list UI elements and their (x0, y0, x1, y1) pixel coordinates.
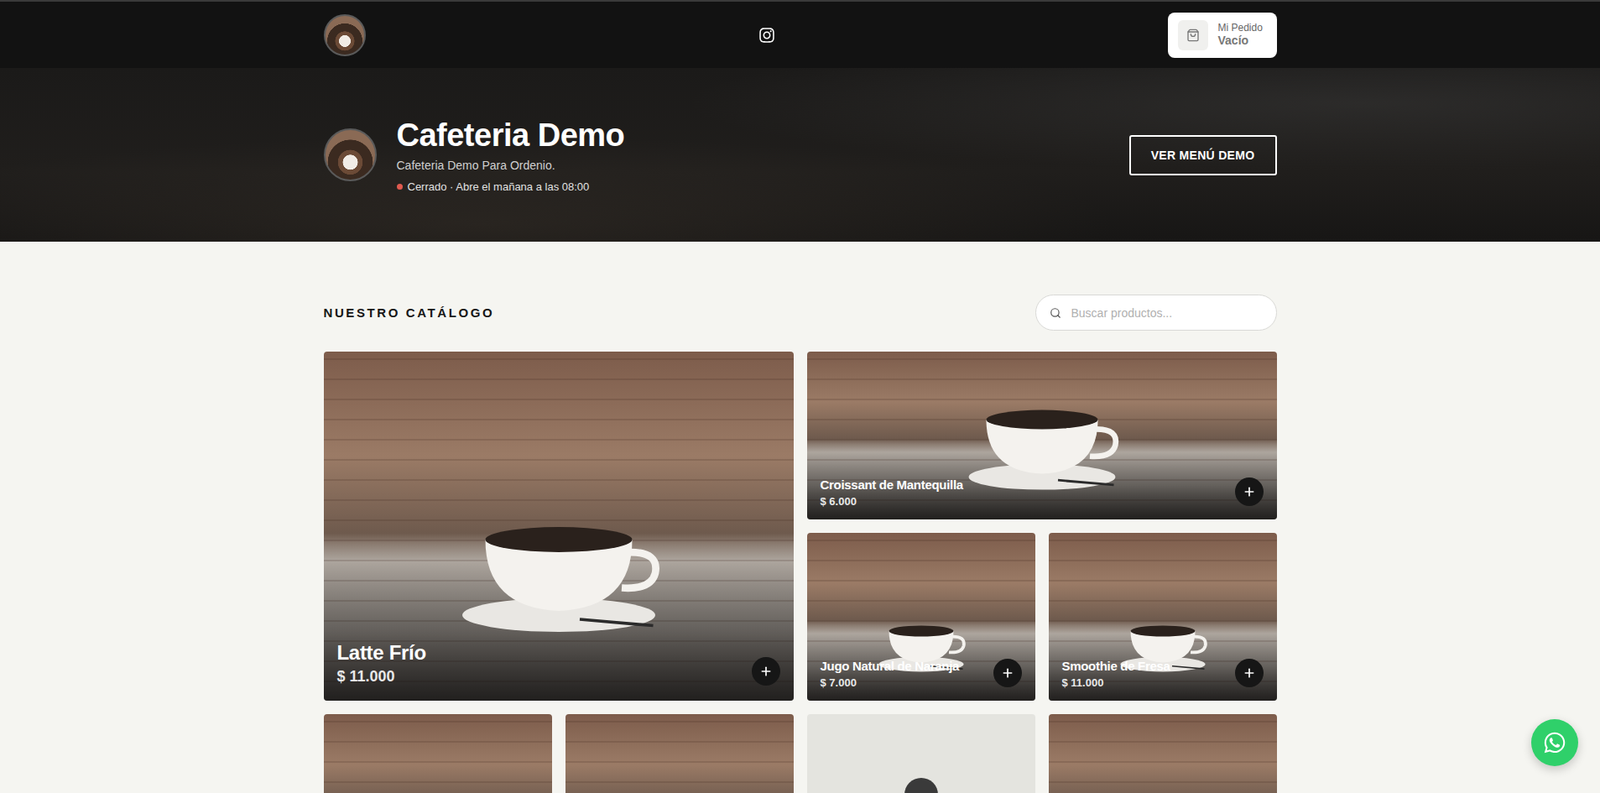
product-card[interactable]: Croissant de Mantequilla $ 6.000 (807, 351, 1277, 520)
product-overlay: Latte Frío $ 11.000 (323, 627, 794, 701)
search-icon (1049, 307, 1062, 319)
product-info: Croissant de Mantequilla $ 6.000 (820, 477, 964, 508)
product-photo (323, 714, 553, 793)
cart-icon-box (1177, 20, 1209, 51)
product-info: Jugo Natural de Naranja $ 7.000 (820, 658, 960, 689)
hero-inner: Cafeteria Demo Cafeteria Demo Para Ordeni… (323, 117, 1277, 193)
product-overlay: Jugo Natural de Naranja $ 7.000 (807, 648, 1036, 701)
instagram-icon (758, 26, 776, 44)
top-bar-inner: Mi PedidoVacío (323, 12, 1277, 58)
cart-text: Mi PedidoVacío (1218, 21, 1263, 48)
product-card[interactable]: Jugo Natural de Naranja $ 7.000 (807, 532, 1036, 701)
image-placeholder-icon (904, 777, 939, 793)
status-text: Cerrado · Abre el mañana a las 08:00 (407, 180, 590, 193)
product-card[interactable]: Latte Frío $ 11.000 (323, 351, 794, 701)
plus-icon (1000, 666, 1015, 680)
menu-button[interactable]: VER MENÚ DEMO (1129, 135, 1277, 176)
product-name: Jugo Natural de Naranja (820, 658, 960, 673)
cup-illustration (453, 518, 664, 635)
product-photo (565, 714, 794, 793)
product-name: Latte Frío (337, 641, 427, 665)
instagram-link[interactable] (758, 26, 776, 44)
product-card[interactable] (565, 714, 794, 793)
top-bar: Mi PedidoVacío (0, 0, 1600, 68)
product-card[interactable] (1048, 714, 1277, 793)
add-button[interactable] (1235, 477, 1264, 506)
cart-button[interactable]: Mi PedidoVacío (1167, 12, 1277, 58)
shopping-bag-icon (1186, 28, 1200, 42)
product-price: $ 11.000 (1062, 676, 1171, 689)
plus-icon (1242, 484, 1257, 499)
add-button[interactable] (993, 658, 1022, 688)
product-photo (1048, 714, 1277, 793)
store-status: Cerrado · Abre el mañana a las 08:00 (396, 180, 626, 193)
hero: Cafeteria Demo Cafeteria Demo Para Ordeni… (0, 67, 1600, 242)
product-price: $ 11.000 (337, 667, 427, 686)
plus-icon (759, 664, 773, 678)
whatsapp-icon (1542, 730, 1567, 755)
hero-info: Cafeteria Demo Cafeteria Demo Para Ordeni… (323, 117, 626, 193)
cart-status: Vacío (1218, 33, 1250, 48)
catalog: NUESTRO CATÁLOGO Latte Frío $ 11.000 Croiss… (323, 241, 1277, 793)
store-title: Cafeteria Demo (396, 117, 626, 154)
product-name: Croissant de Mantequilla (820, 477, 964, 492)
status-dot (396, 183, 403, 190)
product-card[interactable]: Smoothie de Fresa $ 11.000 (1048, 532, 1277, 701)
product-price: $ 7.000 (820, 676, 960, 689)
product-info: Smoothie de Fresa $ 11.000 (1062, 658, 1171, 689)
cart-label: Mi Pedido (1218, 21, 1263, 34)
logo[interactable] (323, 14, 366, 57)
whatsapp-button[interactable] (1531, 719, 1579, 767)
catalog-header: NUESTRO CATÁLOGO (323, 294, 1277, 331)
store-subtitle: Cafeteria Demo Para Ordenio. (396, 158, 626, 172)
product-price: $ 6.000 (820, 495, 964, 508)
hero-logo (323, 128, 377, 182)
product-placeholder (807, 714, 1036, 793)
add-button[interactable] (1235, 658, 1264, 688)
product-overlay: Croissant de Mantequilla $ 6.000 (807, 467, 1277, 520)
product-photo (807, 351, 1277, 520)
product-overlay: Smoothie de Fresa $ 11.000 (1048, 648, 1277, 701)
add-button[interactable] (751, 656, 781, 686)
product-name: Smoothie de Fresa (1062, 658, 1171, 673)
product-grid: Latte Frío $ 11.000 Croissant de Mantequil… (323, 351, 1277, 793)
product-card[interactable] (323, 714, 553, 793)
cup-illustration (962, 403, 1122, 492)
product-card[interactable] (807, 714, 1036, 793)
hero-text: Cafeteria Demo Cafeteria Demo Para Ordeni… (396, 117, 626, 193)
catalog-title: NUESTRO CATÁLOGO (323, 305, 496, 320)
search-input[interactable] (1069, 305, 1263, 321)
product-info: Latte Frío $ 11.000 (337, 641, 427, 686)
search-field[interactable] (1035, 294, 1277, 331)
plus-icon (1242, 666, 1257, 680)
